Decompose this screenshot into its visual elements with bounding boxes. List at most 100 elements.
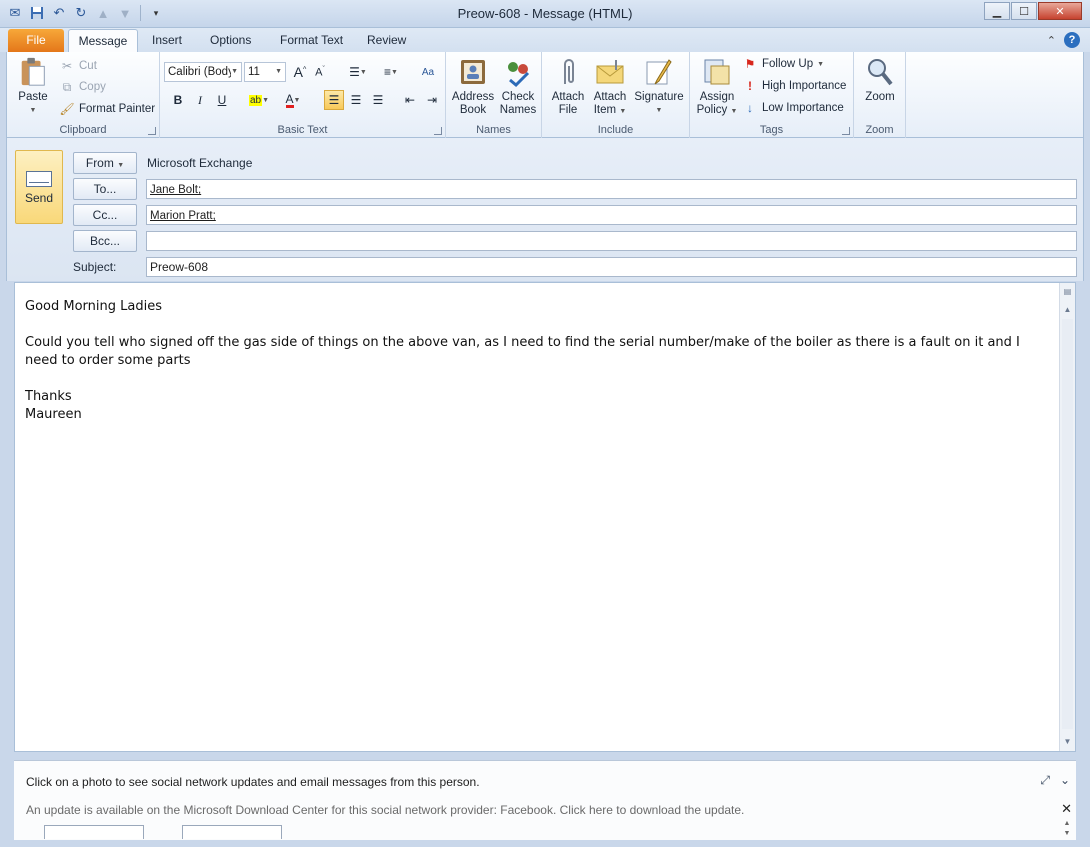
people-pane: Click on a photo to see social network u… xyxy=(14,760,1076,840)
zoom-button[interactable]: Zoom xyxy=(858,54,902,104)
tab-format-text[interactable]: Format Text xyxy=(270,29,353,52)
grow-font-icon: A^ xyxy=(293,64,307,80)
body-vertical-scrollbar[interactable]: ▤ ▲ ▼ xyxy=(1059,283,1075,751)
tab-file[interactable]: File xyxy=(8,29,64,52)
scroll-up-icon[interactable]: ▲ xyxy=(1061,303,1074,317)
font-size-select[interactable]: 11 ▼ xyxy=(244,62,286,82)
address-book-icon xyxy=(461,60,485,84)
high-importance-icon: ! xyxy=(748,79,752,93)
bullets-icon: ☰ xyxy=(349,65,360,79)
send-button[interactable]: Send xyxy=(15,150,63,224)
expand-people-pane-icon[interactable]: ⤢ xyxy=(1040,773,1050,788)
scroll-track[interactable] xyxy=(1062,319,1073,729)
scroll-down-icon[interactable]: ▼ xyxy=(1061,735,1074,749)
basic-text-group: Calibri (Body) ▼ 11 ▼ A^ Aˇ ☰ ▼ ≡ ▼ Aa B I U… xyxy=(160,52,446,138)
decrease-indent-button[interactable]: ⇤ xyxy=(400,90,420,110)
address-book-label-1: Address xyxy=(451,91,495,103)
align-center-button[interactable]: ☰ xyxy=(346,90,366,110)
social-update-notice[interactable]: An update is available on the Microsoft … xyxy=(26,803,744,817)
bullets-button[interactable]: ☰ ▼ xyxy=(344,62,372,82)
collapse-people-pane-icon[interactable]: ⌄ xyxy=(1060,773,1070,788)
bcc-button[interactable]: Bcc... xyxy=(73,230,137,252)
signature-label: Signature xyxy=(634,91,684,103)
signature-button[interactable]: Signature ▼ xyxy=(632,54,686,117)
include-group: Attach File Attach Item ▼ Signature ▼ In… xyxy=(542,52,690,138)
attach-item-button[interactable]: Attach Item ▼ xyxy=(590,54,630,118)
dismiss-notice-icon[interactable]: ✕ xyxy=(1061,801,1072,817)
assign-policy-dropdown-icon: ▼ xyxy=(730,108,738,115)
cc-recipient[interactable]: Marion Pratt; xyxy=(150,210,216,222)
window-controls: ▁ ☐ ✕ xyxy=(984,2,1082,20)
minimize-button[interactable]: ▁ xyxy=(984,2,1010,20)
flag-icon: ⚑ xyxy=(744,57,756,71)
italic-button[interactable]: I xyxy=(190,90,210,110)
from-dropdown-icon: ▼ xyxy=(117,162,125,169)
message-body[interactable]: Good Morning Ladies Could you tell who s… xyxy=(14,282,1076,752)
low-importance-button[interactable]: ↓ Low Importance xyxy=(742,98,844,118)
zoom-group: Zoom Zoom xyxy=(854,52,906,138)
from-button[interactable]: From ▼ xyxy=(73,152,137,174)
maximize-button[interactable]: ☐ xyxy=(1011,2,1037,20)
address-book-button[interactable]: Address Book xyxy=(450,54,496,117)
ruler-toggle-icon[interactable]: ▤ xyxy=(1061,285,1074,299)
tab-message[interactable]: Message xyxy=(68,29,138,52)
person-photo-2[interactable] xyxy=(182,825,282,839)
font-color-button[interactable]: A ▼ xyxy=(278,90,308,110)
shrink-font-button[interactable]: Aˇ xyxy=(310,62,330,82)
tab-insert[interactable]: Insert xyxy=(142,29,192,52)
format-painter-button[interactable]: 🖌 Format Painter xyxy=(59,99,155,119)
to-button[interactable]: To... xyxy=(73,178,137,200)
to-recipient[interactable]: Jane Bolt; xyxy=(150,184,201,196)
tab-options[interactable]: Options xyxy=(200,29,261,52)
tags-launcher-icon[interactable] xyxy=(842,127,850,135)
italic-icon: I xyxy=(198,92,202,107)
grow-font-button[interactable]: A^ xyxy=(290,62,310,82)
increase-indent-button[interactable]: ⇥ xyxy=(422,90,442,110)
copy-button[interactable]: ⧉ Copy xyxy=(59,77,106,97)
person-photo-1[interactable] xyxy=(44,825,144,839)
bold-button[interactable]: B xyxy=(168,90,188,110)
align-right-button[interactable]: ☰ xyxy=(368,90,388,110)
font-name-select[interactable]: Calibri (Body) ▼ xyxy=(164,62,242,82)
message-body-text[interactable]: Good Morning Ladies Could you tell who s… xyxy=(25,298,1045,424)
cc-field[interactable]: Marion Pratt; xyxy=(146,205,1077,225)
shrink-font-icon: Aˇ xyxy=(315,65,325,79)
names-group: Address Book Check Names Names xyxy=(446,52,542,138)
attach-file-label-1: Attach xyxy=(551,91,585,103)
attach-file-button[interactable]: Attach File xyxy=(548,54,588,117)
paste-button[interactable]: Paste ▼ xyxy=(13,54,53,117)
copy-label: Copy xyxy=(79,81,106,93)
help-icon[interactable]: ? xyxy=(1064,32,1080,48)
tab-review[interactable]: Review xyxy=(357,29,416,52)
follow-up-button[interactable]: ⚑ Follow Up ▼ xyxy=(742,54,824,74)
ribbon: Paste ▼ ✂ Cut ⧉ Copy 🖌 Format Painter Cl… xyxy=(6,52,1084,138)
align-left-button[interactable]: ☰ xyxy=(324,90,344,110)
clipboard-group-label: Clipboard xyxy=(59,124,107,136)
size-dropdown-icon: ▼ xyxy=(275,68,282,75)
minimize-ribbon-icon[interactable]: ⌃ xyxy=(1047,34,1056,47)
paste-icon xyxy=(21,57,45,86)
clipboard-launcher-icon[interactable] xyxy=(148,127,156,135)
paste-dropdown-icon: ▼ xyxy=(29,107,37,114)
basic-text-launcher-icon[interactable] xyxy=(434,127,442,135)
high-importance-button[interactable]: ! High Importance xyxy=(742,76,846,96)
message-header: Send From ▼ Microsoft Exchange To... Jan… xyxy=(6,138,1084,281)
bcc-field[interactable] xyxy=(146,231,1077,251)
body-blank-1 xyxy=(25,316,1045,334)
close-button[interactable]: ✕ xyxy=(1038,2,1082,20)
people-strip-scroll-icon[interactable]: ▲ ▼ xyxy=(1060,819,1074,839)
signature-icon xyxy=(646,59,672,85)
cut-button[interactable]: ✂ Cut xyxy=(59,56,97,76)
underline-button[interactable]: U xyxy=(212,90,232,110)
high-importance-label: High Importance xyxy=(762,80,847,92)
assign-policy-button[interactable]: Assign Policy ▼ xyxy=(696,54,738,118)
highlight-button[interactable]: ab ▼ xyxy=(244,90,274,110)
subject-field[interactable]: Preow-608 xyxy=(146,257,1077,277)
styles-icon[interactable]: Aa xyxy=(418,62,438,82)
cc-button[interactable]: Cc... xyxy=(73,204,137,226)
to-field[interactable]: Jane Bolt; xyxy=(146,179,1077,199)
numbering-button[interactable]: ≡ ▼ xyxy=(376,62,406,82)
check-names-button[interactable]: Check Names xyxy=(496,54,540,117)
increase-indent-icon: ⇥ xyxy=(426,93,438,107)
window-title: Preow-608 - Message (HTML) xyxy=(457,6,633,21)
